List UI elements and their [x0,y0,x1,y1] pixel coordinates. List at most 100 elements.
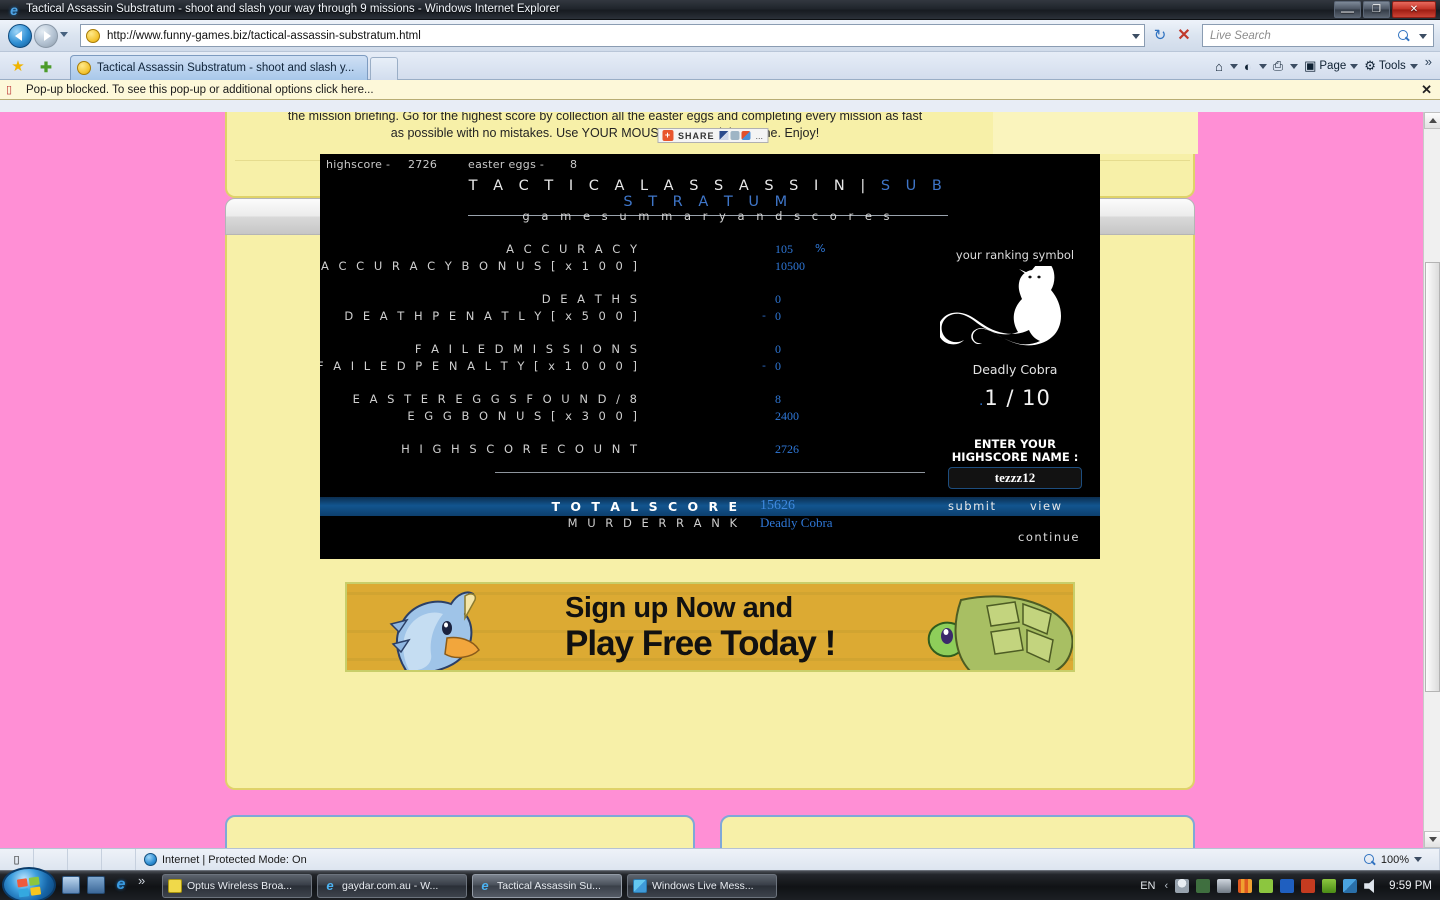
view-button[interactable]: view [1030,499,1062,513]
feeds-button[interactable]: ◐ [1241,54,1270,78]
score-label: D E A T H S [541,292,640,306]
popup-blocked-infobar[interactable]: ▯ Pop-up blocked. To see this pop-up or … [0,80,1440,100]
taskbar-item-tactical-assassin[interactable]: e Tactical Assassin Su... [472,874,622,898]
close-button[interactable]: ✕ [1392,1,1436,18]
volume-icon[interactable] [1364,879,1374,893]
scroll-up-button[interactable] [1424,112,1440,129]
windows-logo-icon [16,876,42,898]
address-text: http://www.funny-games.biz/tactical-assa… [107,29,421,42]
address-dropdown-icon[interactable] [1132,34,1140,39]
chevron-down-icon[interactable] [1290,63,1299,69]
stop-button[interactable]: ✕ [1172,24,1196,47]
score-label: F A I L E D M I S S I O N S [414,342,640,356]
share-service-icons[interactable] [719,131,751,140]
tab-strip: ★ ✚ Tactical Assassin Substratum - shoot… [0,52,1440,80]
maximize-button[interactable]: ❐ [1363,1,1390,18]
share-label: SHARE [677,130,715,141]
antivirus-icon[interactable] [1259,879,1274,893]
chevron-down-icon[interactable] [1229,63,1238,69]
search-input[interactable]: Live Search [1202,24,1434,47]
share-myspace-icon[interactable] [741,131,751,140]
tools-menu-label: Tools [1378,60,1406,72]
user-account-icon[interactable] [1175,879,1190,893]
taskbar-item-optus[interactable]: Optus Wireless Broa... [162,874,312,898]
chevron-down-icon[interactable] [1409,63,1418,69]
hud-eggs-label: easter eggs - [468,158,545,171]
back-button[interactable] [8,24,32,48]
taskbar-item-windows-live-messenger[interactable]: Windows Live Mess... [627,874,777,898]
command-overflow-icon[interactable]: » [1421,54,1436,69]
search-provider-dropdown-icon[interactable] [1419,34,1427,39]
address-bar[interactable]: http://www.funny-games.biz/tactical-assa… [80,24,1145,47]
share-button[interactable]: + SHARE ... [656,128,769,143]
score-row-egg-bonus: E G G B O N U S [ x 3 0 0 ] 2400 [320,409,940,426]
game-panel: + SHARE ... highscore - 2726 easter eggs… [225,128,1195,790]
browser-tab[interactable]: Tactical Assassin Substratum - shoot and… [70,55,368,80]
score-label: H I G H S C O R E C O U N T [401,442,640,456]
search-icon[interactable] [1397,29,1411,43]
status-cell-3 [102,848,136,871]
show-desktop-icon[interactable] [62,876,80,894]
share-stumbleupon-icon[interactable] [730,131,740,140]
tpm-icon[interactable] [1196,879,1211,893]
share-more-icon[interactable]: ... [756,131,764,141]
internet-explorer-icon[interactable]: e [112,876,130,894]
score-label: A C C U R A C Y [506,242,640,256]
zoom-control[interactable]: 100% [1363,853,1422,866]
page-scrollbar[interactable] [1423,112,1440,848]
home-button[interactable]: ⌂ [1212,54,1241,78]
window-controls: — ❐ ✕ [1334,1,1436,18]
start-button[interactable] [2,867,56,900]
total-score-label: T O T A L S C O R E [551,499,740,514]
print-button[interactable]: ⎙ [1270,54,1301,78]
recent-pages-dropdown-icon[interactable] [60,32,68,37]
hud-highscore-label: highscore - [326,158,391,171]
tools-menu-button[interactable]: ⚙ Tools [1361,54,1421,78]
clock[interactable]: 9:59 PM [1389,880,1432,892]
add-to-favorites-icon[interactable]: ✚ [36,57,56,77]
advertisement-banner[interactable]: Sign up Now and Play Free Today ! [345,582,1075,672]
equalizer-icon[interactable] [1238,879,1253,893]
submit-button[interactable]: submit [948,499,997,513]
bluetooth-icon[interactable] [1280,879,1295,893]
network-icon[interactable] [1343,879,1358,893]
murder-rank-value: Deadly Cobra [760,515,833,530]
refresh-button[interactable]: ↻ [1148,24,1172,47]
minimize-button[interactable]: — [1334,1,1361,18]
chevron-down-icon[interactable] [1258,63,1267,69]
tray-expand-icon[interactable]: ‹ [1165,880,1169,892]
score-value: 0 [775,359,781,373]
messenger-icon [633,879,647,893]
forward-button[interactable] [34,24,58,48]
scrollbar-thumb[interactable] [1425,262,1440,692]
audio-device-icon[interactable] [1301,879,1316,893]
display-icon[interactable] [1217,879,1232,893]
quick-launch-overflow-icon[interactable]: » [138,873,145,888]
page-menu-button[interactable]: ▣ Page [1301,54,1361,78]
game-subtitle: g a m e s u m m a r y a n d s c o r e s [522,209,894,223]
ranking-level: .1 / 10 [930,386,1100,410]
ad-headline-1: Sign up Now and [565,592,793,624]
screen: e Tactical Assassin Substratum - shoot a… [0,0,1440,900]
flash-game-stage[interactable]: highscore - 2726 easter eggs - 8 T A C T… [320,154,1100,559]
share-delicious-icon[interactable] [719,131,729,140]
battery-icon[interactable] [1322,879,1337,893]
infobar-close-icon[interactable]: ✕ [1421,82,1432,98]
highscore-name-input[interactable]: tezzz12 [948,467,1082,489]
chevron-down-icon[interactable] [1350,63,1359,69]
tab-label: Tactical Assassin Substratum - shoot and… [97,62,355,74]
popup-blocked-text: Pop-up blocked. To see this pop-up or ad… [26,83,374,96]
internet-explorer-icon: e [481,878,489,893]
taskbar-buttons: Optus Wireless Broa... e gaydar.com.au -… [162,874,777,898]
taskbar-item-gaydar[interactable]: e gaydar.com.au - W... [317,874,467,898]
total-score-value: 15626 [760,498,795,513]
new-tab-button[interactable] [370,57,398,80]
chevron-down-icon[interactable] [1414,857,1422,862]
favorites-center-icon[interactable]: ★ [8,57,28,77]
scroll-down-button[interactable] [1424,831,1440,848]
switch-windows-icon[interactable] [87,876,105,894]
quick-launch-bar: e [62,876,130,894]
language-indicator[interactable]: EN [1140,880,1155,892]
continue-button[interactable]: continue [1018,530,1080,544]
security-zone[interactable]: Internet | Protected Mode: On [136,848,1440,871]
